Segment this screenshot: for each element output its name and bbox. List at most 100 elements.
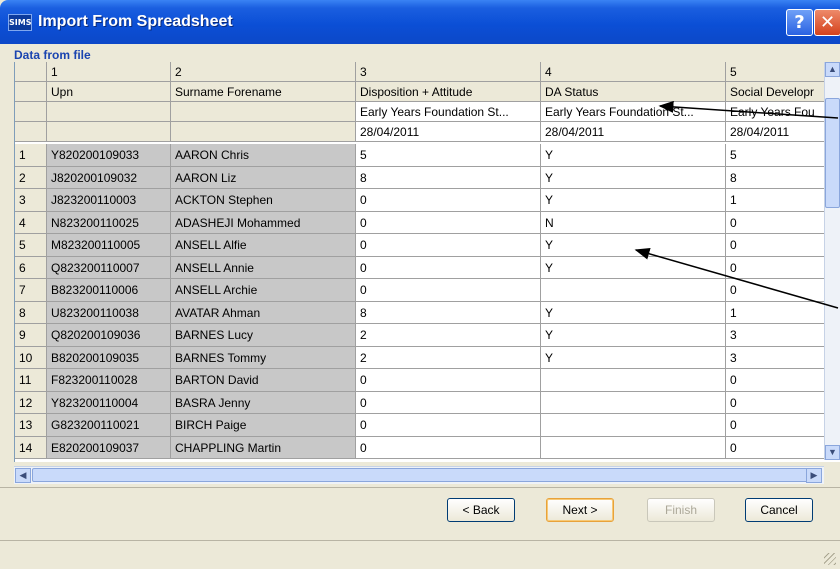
social-dev-cell[interactable]: 3 (726, 346, 826, 369)
name-cell: AVATAR Ahman (171, 301, 356, 324)
next-button[interactable]: Next > (546, 498, 614, 522)
da-status-cell[interactable]: Y (541, 301, 726, 324)
row-number: 5 (15, 234, 47, 257)
row-number: 12 (15, 391, 47, 414)
social-dev-cell[interactable]: 0 (726, 436, 826, 459)
upn-cell: Q823200110007 (47, 256, 171, 279)
social-dev-cell[interactable]: 0 (726, 414, 826, 437)
da-status-cell[interactable]: N (541, 211, 726, 234)
social-dev-cell[interactable]: 0 (726, 279, 826, 302)
social-dev-cell[interactable]: 0 (726, 211, 826, 234)
name-cell: BARNES Lucy (171, 324, 356, 347)
social-dev-cell[interactable]: 0 (726, 369, 826, 392)
name-cell: BARTON David (171, 369, 356, 392)
col-name: Social Developr (726, 82, 826, 102)
name-cell: BARNES Tommy (171, 346, 356, 369)
horizontal-scroll-thumb[interactable] (32, 468, 822, 482)
row-header-blank (15, 82, 47, 102)
scroll-down-icon[interactable]: ▼ (825, 445, 840, 460)
da-status-cell[interactable]: Y (541, 234, 726, 257)
help-button[interactable]: ? (786, 9, 813, 36)
disposition-cell[interactable]: 0 (356, 369, 541, 392)
data-grid[interactable]: 1 2 3 4 5 Upn Surname Forename Dispositi… (14, 62, 840, 462)
da-status-cell[interactable]: Y (541, 346, 726, 369)
da-status-cell[interactable]: Y (541, 166, 726, 189)
upn-cell: J823200110003 (47, 189, 171, 212)
da-status-cell[interactable]: Y (541, 324, 726, 347)
social-dev-cell[interactable]: 8 (726, 166, 826, 189)
col-name: Upn (47, 82, 171, 102)
disposition-cell[interactable]: 8 (356, 166, 541, 189)
disposition-cell[interactable]: 8 (356, 301, 541, 324)
upn-cell: Y823200110004 (47, 391, 171, 414)
row-number: 2 (15, 166, 47, 189)
da-status-cell[interactable] (541, 391, 726, 414)
horizontal-scrollbar[interactable]: ◀ ▶ (14, 466, 824, 484)
col-name: DA Status (541, 82, 726, 102)
disposition-cell[interactable]: 0 (356, 256, 541, 279)
da-status-cell[interactable]: Y (541, 256, 726, 279)
name-cell: AARON Chris (171, 144, 356, 167)
row-number: 3 (15, 189, 47, 212)
col-number[interactable]: 2 (171, 62, 356, 82)
data-from-file-label: Data from file (14, 48, 91, 62)
row-number: 14 (15, 436, 47, 459)
disposition-cell[interactable]: 0 (356, 279, 541, 302)
row-number: 8 (15, 301, 47, 324)
name-cell: ANSELL Alfie (171, 234, 356, 257)
social-dev-cell[interactable]: 1 (726, 301, 826, 324)
col-group: Early Years Foundation St... (541, 102, 726, 122)
scroll-up-icon[interactable]: ▲ (825, 62, 840, 77)
upn-cell: M823200110005 (47, 234, 171, 257)
name-cell: ADASHEJI Mohammed (171, 211, 356, 234)
disposition-cell[interactable]: 5 (356, 144, 541, 167)
col-number[interactable]: 4 (541, 62, 726, 82)
title-bar[interactable]: SIMS Import From Spreadsheet ? ✕ (0, 0, 840, 44)
disposition-cell[interactable]: 0 (356, 234, 541, 257)
da-status-cell[interactable] (541, 414, 726, 437)
upn-cell: B820200109035 (47, 346, 171, 369)
social-dev-cell[interactable]: 0 (726, 234, 826, 257)
cancel-button[interactable]: Cancel (745, 498, 813, 522)
disposition-cell[interactable]: 0 (356, 211, 541, 234)
col-group (47, 102, 171, 122)
vertical-scroll-thumb[interactable] (825, 98, 840, 208)
da-status-cell[interactable]: Y (541, 144, 726, 167)
col-date (47, 122, 171, 142)
window-title: Import From Spreadsheet (38, 13, 233, 30)
da-status-cell[interactable] (541, 369, 726, 392)
name-cell: ACKTON Stephen (171, 189, 356, 212)
col-number[interactable]: 3 (356, 62, 541, 82)
col-date (171, 122, 356, 142)
status-bar (0, 540, 840, 569)
vertical-scrollbar[interactable]: ▲ ▼ (824, 62, 840, 460)
close-button[interactable]: ✕ (814, 9, 840, 36)
social-dev-cell[interactable]: 3 (726, 324, 826, 347)
resize-grip-icon[interactable] (824, 553, 836, 565)
disposition-cell[interactable]: 2 (356, 324, 541, 347)
da-status-cell[interactable] (541, 436, 726, 459)
name-cell: ANSELL Annie (171, 256, 356, 279)
col-number[interactable]: 1 (47, 62, 171, 82)
disposition-cell[interactable]: 0 (356, 436, 541, 459)
col-name: Surname Forename (171, 82, 356, 102)
social-dev-cell[interactable]: 1 (726, 189, 826, 212)
disposition-cell[interactable]: 0 (356, 189, 541, 212)
disposition-cell[interactable]: 0 (356, 391, 541, 414)
col-name: Disposition + Attitude (356, 82, 541, 102)
scroll-right-icon[interactable]: ▶ (806, 468, 822, 483)
social-dev-cell[interactable]: 0 (726, 256, 826, 279)
disposition-cell[interactable]: 2 (356, 346, 541, 369)
finish-button[interactable]: Finish (647, 498, 715, 522)
col-group: Early Years Foundation St... (356, 102, 541, 122)
col-number[interactable]: 5 (726, 62, 826, 82)
name-cell: CHAPPLING Martin (171, 436, 356, 459)
disposition-cell[interactable]: 0 (356, 414, 541, 437)
scroll-left-icon[interactable]: ◀ (15, 468, 31, 483)
name-cell: ANSELL Archie (171, 279, 356, 302)
da-status-cell[interactable]: Y (541, 189, 726, 212)
social-dev-cell[interactable]: 5 (726, 144, 826, 167)
social-dev-cell[interactable]: 0 (726, 391, 826, 414)
da-status-cell[interactable] (541, 279, 726, 302)
back-button[interactable]: < Back (447, 498, 515, 522)
